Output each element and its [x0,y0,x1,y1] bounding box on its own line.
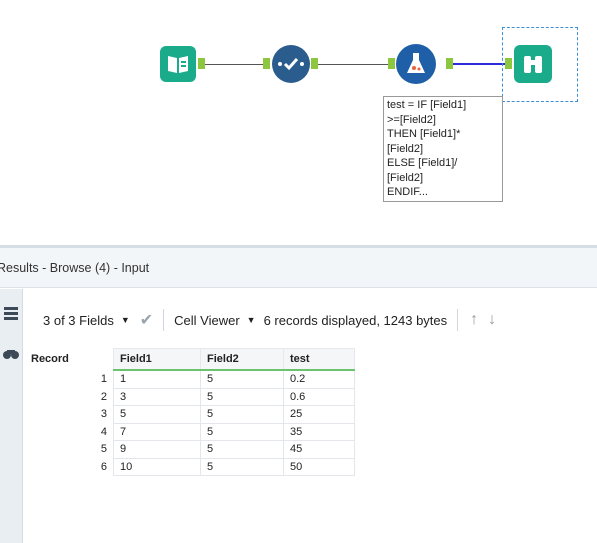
cell[interactable]: 1 [113,369,201,389]
record-cell: 2 [25,388,114,406]
arrow-up-icon[interactable]: ↑ [470,311,478,329]
list-icon[interactable] [3,306,19,322]
cell[interactable]: 5 [200,457,284,476]
record-cell: 6 [25,458,114,476]
annotation-line: >=[Field2] [387,113,436,126]
column-header-record[interactable]: Record [25,348,114,370]
annotation-line: ELSE [Field1]/ [387,157,458,169]
column-header-field1[interactable]: Field1 [113,348,201,371]
table-row[interactable]: 2 3 5 0.6 [25,387,355,406]
input-tool[interactable] [160,46,196,82]
cell[interactable]: 5 [200,369,284,389]
cell[interactable]: 10 [113,457,201,476]
toolbar-separator [457,309,459,331]
record-cell: 1 [25,370,114,388]
flask-icon [407,53,425,73]
annotation-line: [Field2] [387,142,424,155]
browse-tool[interactable] [514,45,552,83]
chevron-down-icon: ▼ [120,315,130,325]
results-title-bar: Results - Browse (4) - Input [0,248,597,288]
formula-output-anchor[interactable] [446,58,453,69]
chevron-down-icon: ▼ [246,315,256,325]
table-row[interactable]: 4 7 5 35 [25,422,355,441]
connection-line [453,63,505,65]
results-side-bar [0,289,23,543]
table-row[interactable]: 1 1 5 0.2 [25,369,355,389]
record-cell: 4 [25,423,114,441]
cell[interactable]: 3 [113,387,201,406]
cell[interactable]: 50 [283,457,355,476]
table-row[interactable]: 3 5 5 25 [25,405,355,424]
select-input-anchor[interactable] [263,58,270,69]
binoculars-icon [524,56,542,73]
table-header-row: Record Field1 Field2 test [25,348,355,371]
cell[interactable]: 0.6 [283,387,355,406]
input-output-anchor[interactable] [198,58,205,69]
cell[interactable]: 9 [113,440,201,459]
cell[interactable]: 25 [283,405,355,424]
formula-tool[interactable] [396,44,436,84]
checkmark-icon[interactable]: ✔ [140,310,153,330]
annotation-line: test = IF [Field1] [387,99,467,111]
cell-viewer-dropdown[interactable]: Cell Viewer ▼ [174,313,255,328]
connection-line [205,64,263,65]
column-header-field2[interactable]: Field2 [200,348,284,371]
cell[interactable]: 35 [283,422,355,441]
check-icon [278,58,304,71]
cell[interactable]: 5 [113,405,201,424]
arrow-down-icon[interactable]: ↓ [488,311,496,329]
select-tool[interactable] [272,45,310,83]
binoculars-icon[interactable] [2,347,20,361]
cell[interactable]: 5 [200,387,284,406]
annotation-line: ENDIF... [387,186,428,198]
record-cell: 3 [25,405,114,423]
select-output-anchor[interactable] [311,58,318,69]
cell-viewer-label: Cell Viewer [174,312,240,328]
annotation-line: THEN [Field1]* [387,128,461,140]
formula-annotation: test = IF [Field1] >=[Field2] THEN [Fiel… [383,96,503,202]
record-cell: 5 [25,440,114,458]
fields-label: 3 of 3 Fields [43,312,114,328]
connection-line [318,64,388,65]
fields-dropdown[interactable]: 3 of 3 Fields ▼ [43,313,130,328]
cell[interactable]: 5 [200,405,284,424]
results-toolbar: 3 of 3 Fields ▼ ✔ Cell Viewer ▼ 6 record… [22,297,597,343]
cell[interactable]: 7 [113,422,201,441]
records-info: 6 records displayed, 1243 bytes [263,312,448,328]
cell[interactable]: 0.2 [283,369,355,389]
workflow-canvas[interactable]: test = IF [Field1] >=[Field2] THEN [Fiel… [0,0,597,245]
formula-input-anchor[interactable] [388,58,395,69]
annotation-line: [Field2] [387,171,424,184]
column-header-test[interactable]: test [283,348,355,371]
cell[interactable]: 5 [200,440,284,459]
results-table: Record Field1 Field2 test 1 1 5 0.2 2 3 … [25,348,355,476]
table-row[interactable]: 5 9 5 45 [25,440,355,459]
cell[interactable]: 5 [200,422,284,441]
results-title: Results - Browse (4) - Input [0,261,150,275]
table-row[interactable]: 6 10 5 50 [25,457,355,476]
book-icon [168,56,188,73]
toolbar-separator [163,309,165,331]
cell[interactable]: 45 [283,440,355,459]
